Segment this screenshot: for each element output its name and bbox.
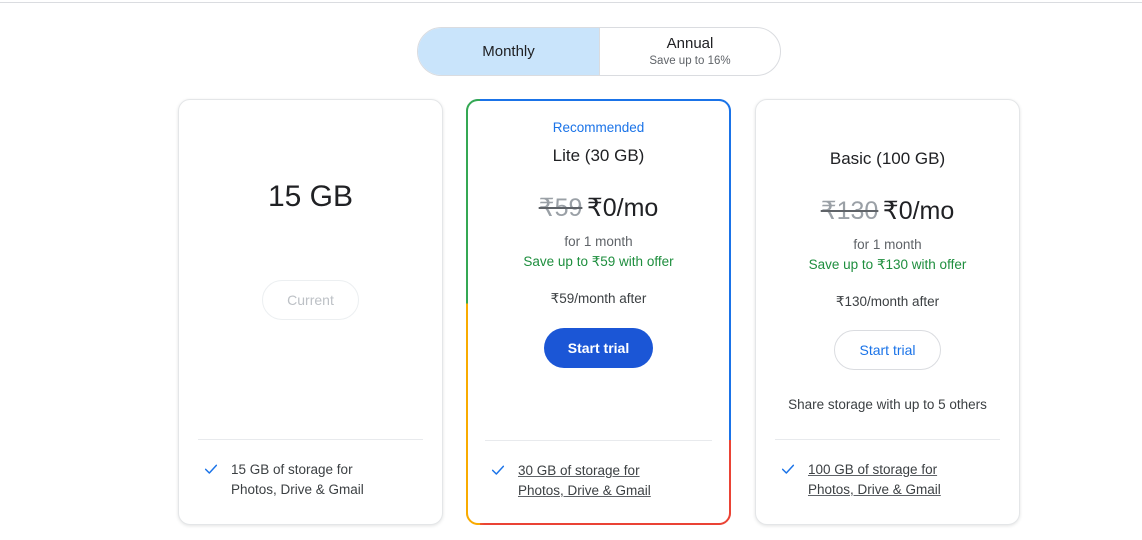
feature-row: 100 GB of storage for Photos, Drive & Gm… <box>774 460 1001 500</box>
plan-title: 15 GB <box>267 180 354 213</box>
feature-text-line1: 15 GB of storage for <box>231 462 353 477</box>
plan-title: Lite (30 GB) <box>552 146 645 165</box>
price-original: ₹59 <box>538 194 583 222</box>
current-plan-button: Current <box>262 280 359 320</box>
price-term: for 1 month <box>853 237 922 252</box>
feature-divider <box>775 439 1000 440</box>
price-current: ₹0/mo <box>586 194 659 222</box>
price-after-trial: ₹59/month after <box>550 291 647 306</box>
plan-features: 100 GB of storage for Photos, Drive & Gm… <box>756 439 1019 524</box>
feature-divider <box>198 439 423 440</box>
price-row: ₹130 ₹0/mo <box>821 194 955 232</box>
billing-toggle-annual-sublabel: Save up to 16% <box>649 54 731 67</box>
feature-text-line2: Photos, Drive & Gmail <box>518 483 651 498</box>
price-original: ₹130 <box>820 197 879 225</box>
plan-card-basic-100gb[interactable]: Basic (100 GB) ₹130 ₹0/mo for 1 month Sa… <box>755 99 1020 525</box>
recommended-badge: Recommended <box>552 120 645 135</box>
feature-text-line1: 100 GB of storage for <box>808 462 938 477</box>
price-term: for 1 month <box>564 234 633 249</box>
price-savings: Save up to ₹130 with offer <box>808 257 967 272</box>
feature-row: 15 GB of storage for Photos, Drive & Gma… <box>197 460 424 500</box>
billing-toggle-annual[interactable]: Annual Save up to 16% <box>599 28 780 75</box>
feature-text-line2: Photos, Drive & Gmail <box>231 482 364 497</box>
price-current: ₹0/mo <box>882 197 955 225</box>
plan-card-15gb[interactable]: 15 GB Current 15 GB of storage for Photo… <box>178 99 443 525</box>
check-icon <box>781 464 795 474</box>
feature-text: 15 GB of storage for Photos, Drive & Gma… <box>231 460 364 500</box>
feature-text-line1: 30 GB of storage for <box>518 463 640 478</box>
price-after-trial: ₹130/month after <box>835 294 940 309</box>
share-storage-note: Share storage with up to 5 others <box>788 397 987 412</box>
feature-divider <box>485 440 712 441</box>
feature-row: 30 GB of storage for Photos, Drive & Gma… <box>484 461 713 501</box>
plan-title: Basic (100 GB) <box>829 149 946 168</box>
plan-card-lite-30gb[interactable]: Recommended Lite (30 GB) ₹59 ₹0/mo for 1… <box>466 99 731 525</box>
start-trial-button[interactable]: Start trial <box>834 330 941 370</box>
check-icon <box>204 464 218 474</box>
plan-features: 30 GB of storage for Photos, Drive & Gma… <box>466 440 731 525</box>
feature-text[interactable]: 100 GB of storage for Photos, Drive & Gm… <box>808 460 941 500</box>
price-row: ₹59 ₹0/mo <box>539 191 659 229</box>
start-trial-button[interactable]: Start trial <box>543 328 654 368</box>
price-savings: Save up to ₹59 with offer <box>523 254 674 269</box>
billing-period-toggle[interactable]: Monthly Annual Save up to 16% <box>417 27 781 76</box>
plan-features: 15 GB of storage for Photos, Drive & Gma… <box>179 439 442 524</box>
billing-toggle-monthly[interactable]: Monthly <box>418 28 599 75</box>
check-icon <box>491 465 505 475</box>
feature-text-line2: Photos, Drive & Gmail <box>808 482 941 497</box>
billing-toggle-monthly-label: Monthly <box>482 42 535 60</box>
billing-toggle-annual-label: Annual <box>666 34 714 52</box>
feature-text[interactable]: 30 GB of storage for Photos, Drive & Gma… <box>518 461 651 501</box>
page-top-divider <box>0 2 1142 3</box>
plan-cards-container: 15 GB Current 15 GB of storage for Photo… <box>178 99 1020 525</box>
